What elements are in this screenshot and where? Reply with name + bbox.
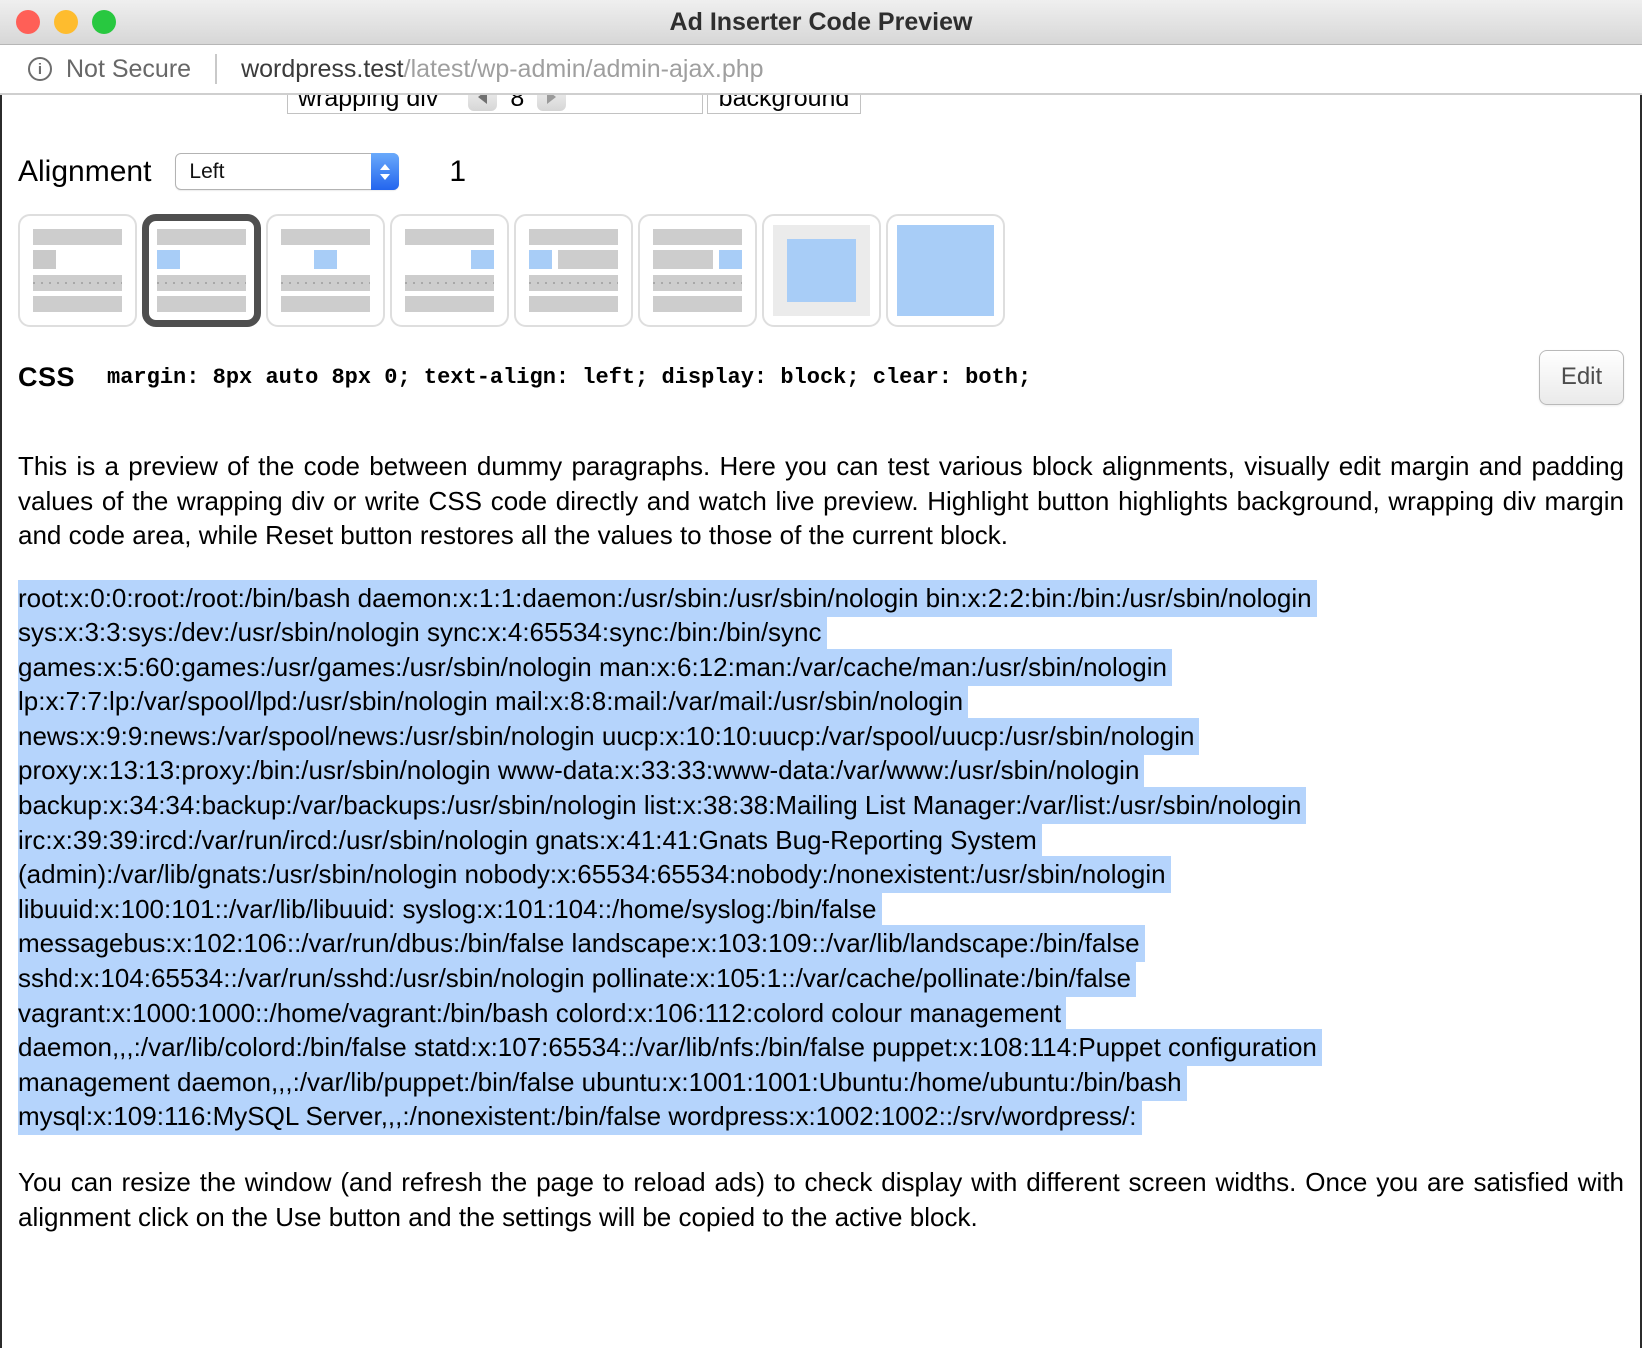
passwd-line: news:x:9:9:news:/var/spool/news:/usr/sbi… xyxy=(18,719,1624,754)
alignment-selected-value: Left xyxy=(176,160,371,184)
alignment-thumb-float-right[interactable] xyxy=(638,214,757,327)
background-label: background xyxy=(719,95,850,111)
passwd-line: proxy:x:13:13:proxy:/bin:/usr/sbin/nolog… xyxy=(18,753,1624,788)
passwd-line: libuuid:x:100:101::/var/lib/libuuid: sys… xyxy=(18,892,1624,927)
background-button[interactable]: background xyxy=(707,95,861,114)
select-arrows-icon xyxy=(371,153,399,190)
url-path: /latest/wp-admin/admin-ajax.php xyxy=(404,55,764,83)
thumb-float-row xyxy=(529,250,618,269)
passwd-selection-block: root:x:0:0:root:/root:/bin/bash daemon:x… xyxy=(18,581,1624,1135)
thumb-ad-block-blue xyxy=(314,250,337,269)
browser-url-bar: i Not Secure wordpress.test/latest/wp-ad… xyxy=(0,45,1642,95)
passwd-line: management daemon,,,:/var/lib/puppet:/bi… xyxy=(18,1065,1624,1100)
alignment-row: Alignment Left 1 xyxy=(18,153,1624,190)
passwd-line: sys:x:3:3:sys:/dev:/usr/sbin/nologin syn… xyxy=(18,615,1624,650)
alignment-thumb-full-size[interactable] xyxy=(886,214,1005,327)
chevron-down-icon xyxy=(380,174,390,180)
footer-paragraph: You can resize the window (and refresh t… xyxy=(18,1165,1624,1234)
thumb-text-bar-dotted xyxy=(405,275,494,291)
edit-button[interactable]: Edit xyxy=(1539,350,1624,405)
thumb-ad-block-blue xyxy=(719,250,742,269)
thumb-text-bar xyxy=(281,229,370,245)
thumb-text-bar xyxy=(529,296,618,312)
thumb-float-row xyxy=(653,250,742,269)
margin-decrement-button[interactable] xyxy=(468,95,497,111)
passwd-line: games:x:5:60:games:/usr/games:/usr/sbin/… xyxy=(18,650,1624,685)
info-icon[interactable]: i xyxy=(28,57,52,81)
alignment-thumb-center[interactable] xyxy=(266,214,385,327)
thumb-ad-square-blue xyxy=(897,225,994,316)
alignment-thumb-left-selected[interactable] xyxy=(142,214,261,327)
css-label: CSS xyxy=(18,362,75,393)
margin-stepper-value: 8 xyxy=(510,95,524,111)
minimize-window-button[interactable] xyxy=(54,10,78,34)
thumb-text-bar-dotted xyxy=(653,275,742,291)
thumb-text-bar xyxy=(653,296,742,312)
close-window-button[interactable] xyxy=(16,10,40,34)
thumb-text-bar xyxy=(653,229,742,245)
thumb-frame xyxy=(773,225,870,316)
thumb-text-bar xyxy=(33,296,122,312)
security-status-label[interactable]: Not Secure xyxy=(66,55,191,84)
alignment-thumb-block-in-frame[interactable] xyxy=(762,214,881,327)
thumb-text-bar xyxy=(405,229,494,245)
alignment-label: Alignment xyxy=(18,155,151,189)
thumb-text-bar-dotted xyxy=(157,275,246,291)
css-row: CSS margin: 8px auto 8px 0; text-align: … xyxy=(18,349,1624,405)
thumb-text-bar-dotted xyxy=(529,275,618,291)
wrapping-div-control: wrapping div 8 xyxy=(287,95,703,114)
alignment-thumb-right[interactable] xyxy=(390,214,509,327)
chevron-up-icon xyxy=(380,164,390,170)
passwd-line: daemon,,,:/var/lib/colord:/bin/false sta… xyxy=(18,1030,1624,1065)
right-arrow-icon xyxy=(547,95,556,104)
intro-paragraph: This is a preview of the code between du… xyxy=(18,449,1624,553)
passwd-line: sshd:x:104:65534::/var/run/sshd:/usr/sbi… xyxy=(18,961,1624,996)
thumb-ad-square-blue xyxy=(787,239,856,302)
thumb-text-bar-dotted xyxy=(281,275,370,291)
window-titlebar: Ad Inserter Code Preview xyxy=(0,0,1642,45)
zoom-window-button[interactable] xyxy=(92,10,116,34)
urlbar-divider xyxy=(215,54,217,84)
cutoff-controls-row: wrapping div 8 background xyxy=(18,95,1624,114)
passwd-line: lp:x:7:7:lp:/var/spool/lpd:/usr/sbin/nol… xyxy=(18,684,1624,719)
browser-window: Ad Inserter Code Preview i Not Secure wo… xyxy=(0,0,1642,1348)
margin-increment-button[interactable] xyxy=(537,95,566,111)
thumb-ad-block-blue xyxy=(471,250,494,269)
alignment-thumb-float-left[interactable] xyxy=(514,214,633,327)
css-code-text: margin: 8px auto 8px 0; text-align: left… xyxy=(107,365,1031,390)
ad-inserter-preview-page: wrapping div 8 background Alignment Left… xyxy=(0,95,1642,1348)
thumb-ad-block-blue xyxy=(529,250,552,269)
thumb-text-bar xyxy=(558,250,618,269)
passwd-line: root:x:0:0:root:/root:/bin/bash daemon:x… xyxy=(18,581,1624,616)
thumb-text-bar xyxy=(157,296,246,312)
thumb-text-bar xyxy=(529,229,618,245)
traffic-lights xyxy=(16,0,116,44)
window-title: Ad Inserter Code Preview xyxy=(670,8,973,37)
url-host: wordpress.test xyxy=(241,55,404,83)
thumb-ad-block-gray xyxy=(33,250,56,269)
thumb-text-bar xyxy=(157,229,246,245)
alignment-select[interactable]: Left xyxy=(175,153,399,190)
alignment-thumb-default[interactable] xyxy=(18,214,137,327)
thumb-ad-block-blue xyxy=(157,250,180,269)
passwd-line: (admin):/var/lib/gnats:/usr/sbin/nologin… xyxy=(18,857,1624,892)
passwd-line: messagebus:x:102:106::/var/run/dbus:/bin… xyxy=(18,926,1624,961)
passwd-line: vagrant:x:1000:1000::/home/vagrant:/bin/… xyxy=(18,996,1624,1031)
thumb-text-bar xyxy=(405,296,494,312)
alignment-counter: 1 xyxy=(449,155,466,189)
passwd-line: backup:x:34:34:backup:/var/backups:/usr/… xyxy=(18,788,1624,823)
address-field[interactable]: wordpress.test/latest/wp-admin/admin-aja… xyxy=(241,55,763,84)
alignment-thumbnails xyxy=(18,214,1624,327)
left-arrow-icon xyxy=(478,95,487,104)
passwd-line: mysql:x:109:116:MySQL Server,,,:/nonexis… xyxy=(18,1099,1624,1134)
thumb-text-bar xyxy=(653,250,713,269)
thumb-text-bar xyxy=(281,296,370,312)
thumb-text-bar xyxy=(33,229,122,245)
passwd-line: irc:x:39:39:ircd:/var/run/ircd:/usr/sbin… xyxy=(18,823,1624,858)
wrapping-div-label: wrapping div xyxy=(298,95,438,111)
thumb-text-bar-dotted xyxy=(33,275,122,291)
